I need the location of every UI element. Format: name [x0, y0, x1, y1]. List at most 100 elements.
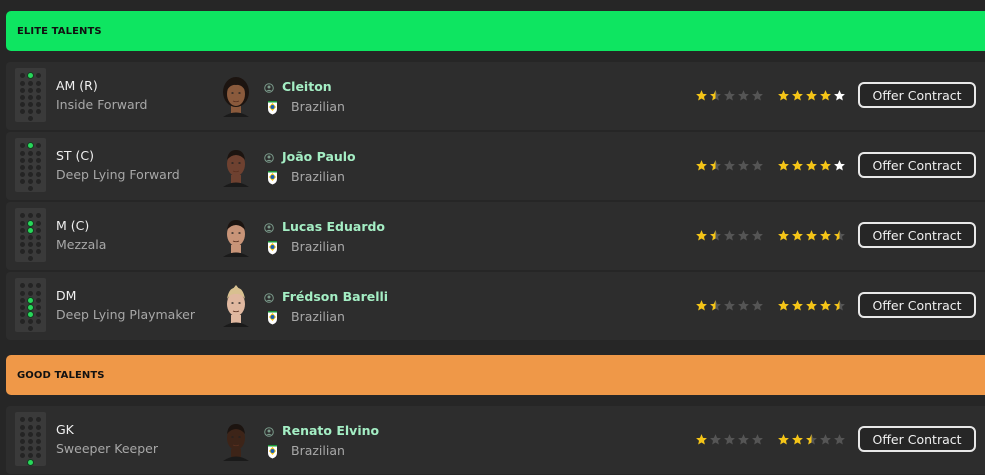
player-role: Sweeper Keeper [56, 441, 158, 456]
pitch-dot [36, 213, 41, 218]
star-icon [792, 160, 803, 171]
pitch-dot [20, 221, 25, 226]
pitch-dot [36, 312, 41, 317]
pitch-dot [20, 143, 25, 148]
player-row[interactable]: GK Sweeper Keeper Renato Elvino Brazilian Of… [6, 406, 985, 474]
player-nationality: Brazilian [291, 169, 345, 184]
player-row[interactable]: DM Deep Lying Playmaker Frédson Barelli Bra… [6, 272, 985, 340]
player-face-icon [223, 285, 249, 327]
pitch-dot [36, 179, 41, 184]
brazil-flag-icon [268, 311, 277, 325]
pitch-dot [28, 116, 33, 121]
star-icon [778, 300, 789, 311]
potential-ability-stars [777, 299, 846, 312]
pitch-dot [36, 235, 41, 240]
pitch-dot [20, 432, 25, 437]
pitch-dot [20, 102, 25, 107]
star-icon [696, 434, 707, 445]
pitch-dot [36, 432, 41, 437]
player-name[interactable]: Lucas Eduardo [282, 219, 385, 234]
player-face-icon [223, 150, 249, 187]
player-row[interactable]: AM (R) Inside Forward Cleiton Brazilian Offe… [6, 62, 985, 130]
player-face-icon [223, 77, 249, 117]
star-icon [792, 300, 803, 311]
star-icon [738, 300, 749, 311]
pitch-dot [36, 291, 41, 296]
player-role: Mezzala [56, 237, 107, 252]
player-role: Deep Lying Playmaker [56, 307, 195, 322]
pitch-dot [20, 73, 25, 78]
pitch-dot [28, 179, 33, 184]
star-icon [710, 160, 721, 171]
pitch-dot [28, 417, 33, 422]
pitch-dot [20, 249, 25, 254]
section-title: ELITE TALENTS [17, 25, 102, 37]
pitch-dot [36, 73, 41, 78]
pitch-dot [28, 242, 33, 247]
pitch-dot [20, 151, 25, 156]
pitch-position-icon [15, 278, 46, 332]
pitch-dot [20, 446, 25, 451]
player-nationality: Brazilian [291, 239, 345, 254]
pitch-dot [36, 95, 41, 100]
pitch-dot [36, 221, 41, 226]
pitch-dot [36, 109, 41, 114]
star-icon [696, 160, 707, 171]
pitch-dot [36, 305, 41, 310]
pitch-dot [28, 425, 33, 430]
player-role: Deep Lying Forward [56, 167, 180, 182]
player-row[interactable]: M (C) Mezzala Lucas Eduardo Brazilian Offer … [6, 202, 985, 270]
offer-contract-button[interactable]: Offer Contract [858, 152, 976, 178]
pitch-dot [36, 172, 41, 177]
offer-contract-button[interactable]: Offer Contract [858, 222, 976, 248]
star-icon [820, 90, 831, 101]
star-icon [738, 160, 749, 171]
star-icon [778, 90, 789, 101]
player-row[interactable]: ST (C) Deep Lying Forward João Paulo Brazil… [6, 132, 985, 200]
pitch-dot [20, 417, 25, 422]
pitch-position-icon [15, 68, 46, 122]
pitch-dot [36, 298, 41, 303]
pitch-dot-active [28, 298, 33, 303]
star-icon [806, 160, 817, 171]
player-name[interactable]: Renato Elvino [282, 423, 379, 438]
pitch-dot [28, 432, 33, 437]
pitch-dot [36, 446, 41, 451]
offer-contract-button[interactable]: Offer Contract [858, 426, 976, 452]
pitch-dot [20, 213, 25, 218]
player-name[interactable]: João Paulo [282, 149, 356, 164]
star-icon [710, 434, 721, 445]
star-icon [752, 434, 763, 445]
pitch-dot [20, 109, 25, 114]
pitch-dot [36, 453, 41, 458]
player-name[interactable]: Cleiton [282, 79, 332, 94]
pitch-position-icon [15, 138, 46, 192]
pitch-dot [36, 165, 41, 170]
pitch-dot [36, 425, 41, 430]
person-icon [264, 153, 274, 163]
pitch-dot-active [28, 143, 33, 148]
star-icon [724, 434, 735, 445]
player-name[interactable]: Frédson Barelli [282, 289, 388, 304]
pitch-dot [36, 143, 41, 148]
pitch-position-icon [15, 412, 46, 466]
star-icon [806, 434, 817, 445]
pitch-dot [20, 305, 25, 310]
pitch-dot [28, 291, 33, 296]
potential-ability-stars [777, 89, 846, 102]
star-icon [820, 160, 831, 171]
star-icon [752, 90, 763, 101]
pitch-dot [20, 235, 25, 240]
person-icon [264, 83, 274, 93]
star-icon [806, 90, 817, 101]
offer-contract-button[interactable]: Offer Contract [858, 292, 976, 318]
pitch-dot-active [28, 228, 33, 233]
pitch-dot [36, 158, 41, 163]
star-icon [724, 300, 735, 311]
pitch-dot [36, 242, 41, 247]
star-icon [710, 90, 721, 101]
star-icon [792, 434, 803, 445]
pitch-position-icon [15, 208, 46, 262]
pitch-dot [28, 109, 33, 114]
offer-contract-button[interactable]: Offer Contract [858, 82, 976, 108]
